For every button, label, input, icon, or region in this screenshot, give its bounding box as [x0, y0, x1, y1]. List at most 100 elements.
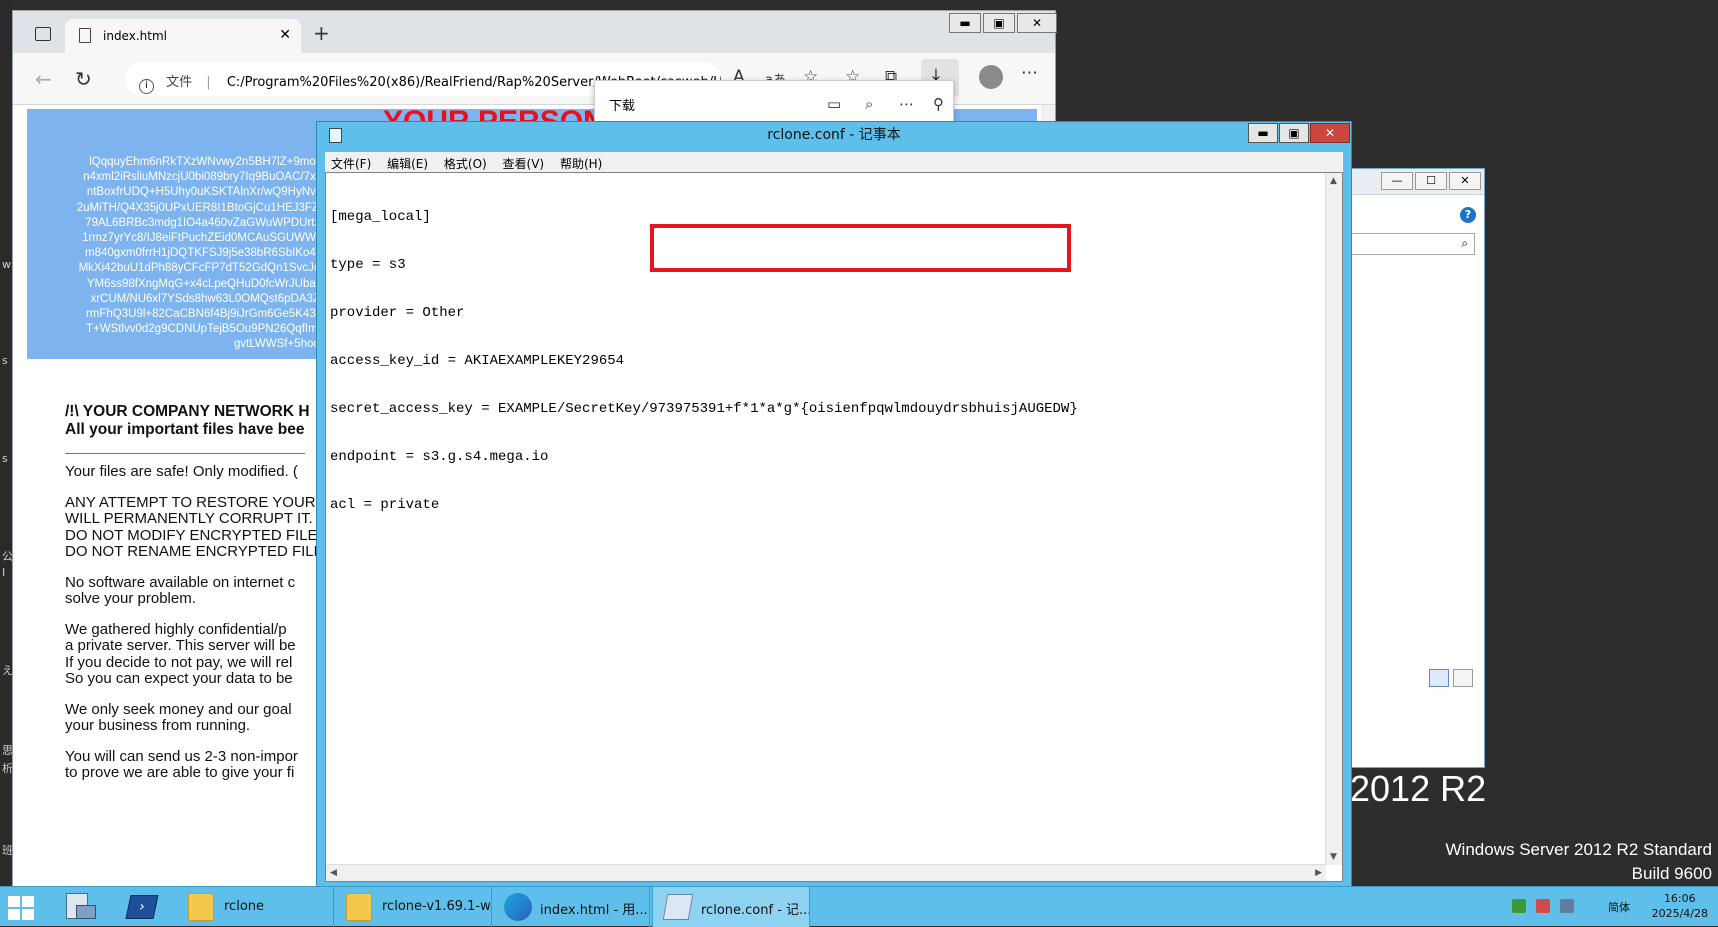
open-folder-icon[interactable]: ▭: [827, 95, 841, 113]
menu-bar: 文件(F) 编辑(E) 格式(O) 查看(V) 帮助(H): [325, 152, 1343, 172]
tab-actions-icon[interactable]: [35, 27, 51, 41]
profile-avatar[interactable]: [979, 65, 1003, 89]
ime-indicator[interactable]: 简体: [1608, 899, 1630, 915]
folder-icon: [346, 893, 372, 921]
menu-edit[interactable]: 编辑(E): [381, 152, 434, 172]
secret-key-highlight-box: [650, 224, 1071, 272]
pin-icon[interactable]: ⚲: [933, 95, 944, 113]
key-line: 1rmz7yrYc8/IJ8eiFtPuchZEid0MCAuSGUWWuiU: [82, 232, 333, 245]
minimize-button[interactable]: ▬: [1248, 123, 1278, 143]
search-icon: ⌕: [1461, 236, 1468, 250]
taskbar: › rclone rclone-v1.69.1-w... index.html …: [0, 886, 1718, 927]
help-icon[interactable]: ?: [1460, 207, 1476, 223]
folder-icon: [188, 893, 214, 921]
close-button[interactable]: ✕: [1310, 123, 1350, 143]
key-line: MkXi42buU1dPh88yCFcFP7dT52GdQn1SvcJcVJ: [78, 262, 333, 275]
explorer-titlebar[interactable]: — ☐ ✕: [1339, 169, 1484, 195]
personal-key-block: lQqquyEhm6nRkTXzWNvwy2n5BH7lZ+9morrM n4x…: [27, 155, 333, 353]
taskbar-item-notepad[interactable]: rclone.conf - 记...: [652, 887, 810, 927]
desktop-glyph: s: [2, 452, 8, 465]
security-shield-icon[interactable]: [1512, 899, 1526, 913]
minimize-button[interactable]: —: [1381, 172, 1413, 190]
menu-file[interactable]: 文件(F): [325, 152, 377, 172]
downloads-title: 下载: [609, 99, 636, 114]
clock[interactable]: 16:06 2025/4/28: [1652, 891, 1708, 921]
scroll-down-arrow-icon[interactable]: ▼: [1330, 852, 1337, 862]
info-icon[interactable]: i: [139, 79, 154, 94]
scroll-left-arrow-icon[interactable]: ◀: [330, 868, 337, 878]
text-editor-area[interactable]: [mega_local] type = s3 provider = Other …: [325, 172, 1343, 882]
refresh-icon[interactable]: ↻: [75, 67, 92, 91]
menu-help[interactable]: 帮助(H): [554, 152, 608, 172]
key-line: YM6ss98fXngMqG+x4cLpeQHuD0fcWrJUbauRj: [86, 277, 333, 290]
scroll-right-arrow-icon[interactable]: ▶: [1315, 868, 1322, 878]
config-line: endpoint = s3.g.s4.mega.io: [330, 449, 549, 465]
menu-view[interactable]: 查看(V): [497, 152, 551, 172]
config-line: secret_access_key = EXAMPLE/SecretKey/97…: [330, 401, 1078, 417]
explorer-window[interactable]: — ☐ ✕ ? ⌕: [1338, 168, 1485, 768]
menu-format[interactable]: 格式(O): [438, 152, 493, 172]
search-icon[interactable]: ⌕: [865, 95, 873, 113]
minimize-button[interactable]: ▬: [949, 13, 981, 33]
network-warning-icon[interactable]: [1536, 899, 1550, 913]
start-button[interactable]: [8, 896, 36, 920]
powershell-icon[interactable]: ›: [120, 891, 164, 923]
key-line: n4xml2iRsliuMNzcjU0bi089bry7Iq9BuOAC/7xU…: [83, 171, 333, 184]
note-paragraph: We gathered highly confidential/p a priv…: [65, 620, 296, 687]
config-line: [mega_local]: [330, 209, 431, 225]
console-label: 控制台: [20, 862, 57, 876]
maximize-button[interactable]: ▣: [983, 13, 1015, 33]
os-build-watermark: Build 9600: [1631, 864, 1712, 883]
note-paragraph: No software available on internet c solv…: [65, 573, 296, 607]
note-paragraph: We only seek money and our goal your bus…: [65, 700, 292, 734]
notepad-icon: [662, 894, 694, 920]
notepad-titlebar[interactable]: rclone.conf - 记事本: [317, 122, 1351, 148]
scroll-up-arrow-icon[interactable]: ▲: [1330, 176, 1337, 186]
volume-icon[interactable]: [1560, 899, 1574, 913]
taskbar-item-rclone-folder[interactable]: rclone-v1.69.1-w...: [334, 887, 492, 927]
note-paragraph: You will can send us 2-3 non-impor to pr…: [65, 747, 298, 781]
config-line: acl = private: [330, 497, 440, 513]
back-arrow-icon[interactable]: ←: [35, 67, 52, 91]
close-tab-icon[interactable]: ✕: [279, 27, 291, 43]
note-heading: /!\ YOUR COMPANY NETWORK H: [65, 403, 310, 420]
os-version-watermark-large: 2012 R2: [1350, 768, 1487, 809]
key-line: m840gxm0frrH1jDQTKFSJ9j5e38bR6SbIKo4ON: [85, 247, 333, 260]
explorer-search-input[interactable]: ⌕: [1345, 233, 1475, 255]
maximize-button[interactable]: ▣: [1279, 123, 1309, 143]
desktop-glyph: w: [2, 258, 11, 271]
system-tray: 简体 16:06 2025/4/28: [1498, 887, 1718, 927]
tab-index-html[interactable]: index.html ✕: [65, 19, 301, 53]
more-menu-icon[interactable]: ⋯: [1021, 63, 1038, 83]
url-scheme-label: 文件: [166, 75, 193, 90]
details-view-icon[interactable]: [1429, 669, 1449, 687]
server-manager-icon[interactable]: [58, 891, 102, 923]
maximize-button[interactable]: ☐: [1415, 172, 1447, 190]
note-subheading: All your important files have bee: [65, 421, 305, 438]
tab-strip: index.html ✕ + ▬ ▣ ✕: [13, 11, 1057, 53]
large-icons-view-icon[interactable]: [1453, 669, 1473, 687]
window-title: rclone.conf - 记事本: [767, 127, 901, 143]
desktop-glyph: s: [2, 354, 8, 367]
key-line: 79AL6BRBc3mdg1IO4a460vZaGWuWPDUrtzb4: [85, 216, 333, 229]
key-line: lQqquyEhm6nRkTXzWNvwy2n5BH7lZ+9morrM: [89, 156, 333, 168]
notepad-app-icon[interactable]: [329, 128, 342, 143]
vertical-scrollbar[interactable]: ▲ ▼: [1325, 173, 1342, 865]
close-button[interactable]: ✕: [1449, 172, 1481, 190]
new-tab-button[interactable]: +: [313, 21, 330, 45]
desktop-glyph: I: [2, 566, 6, 579]
os-name-watermark: Windows Server 2012 R2 Standard: [1445, 840, 1712, 859]
key-line: T+WStlvv0d2g9CDNUpTejB5Ou9PN26QqfImFD: [85, 323, 333, 336]
ransom-note-text: /!\ YOUR COMPANY NETWORK H All your impo…: [65, 403, 325, 796]
document-icon: [79, 28, 91, 43]
config-line: access_key_id = AKIAEXAMPLEKEY29654: [330, 353, 625, 369]
config-line: provider = Other: [330, 305, 465, 321]
taskbar-item-edge[interactable]: index.html - 用...: [492, 887, 650, 927]
horizontal-scrollbar[interactable]: ◀ ▶: [326, 864, 1326, 881]
note-divider: [65, 453, 305, 454]
close-button[interactable]: ✕: [1017, 13, 1057, 33]
key-line: ntBoxfrUDQ+H5Uhy0uKSKTAlnXr/wQ9HyNv9W: [86, 186, 333, 199]
clock-time: 16:06: [1663, 892, 1696, 905]
more-options-icon[interactable]: ⋯: [899, 95, 914, 113]
taskbar-item-rclone[interactable]: rclone: [176, 887, 334, 927]
